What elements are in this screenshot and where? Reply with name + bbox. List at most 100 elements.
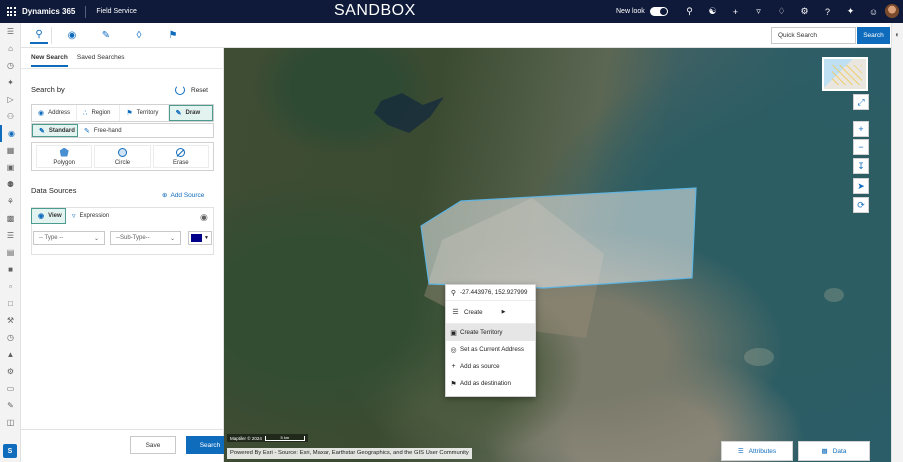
- reset-icon: [175, 85, 185, 95]
- erase-icon: [176, 147, 186, 157]
- shape-circle-button[interactable]: Circle: [94, 145, 151, 168]
- add-source-label: Add Source: [170, 191, 205, 199]
- people-group-icon[interactable]: ⚘: [0, 193, 21, 210]
- quick-search-input[interactable]: [771, 27, 856, 44]
- plus-icon[interactable]: +: [724, 7, 747, 17]
- panel-footer-divider: [21, 429, 224, 430]
- minimap[interactable]: [822, 57, 868, 91]
- context-create-territory[interactable]: ▣ Create Territory: [446, 324, 535, 341]
- play-icon[interactable]: ▷: [0, 91, 21, 108]
- color-picker[interactable]: ▼: [188, 231, 212, 245]
- stack-icon[interactable]: ▫: [0, 278, 21, 295]
- zoom-in-icon[interactable]: +: [853, 121, 869, 137]
- drawn-polygon[interactable]: [420, 187, 697, 289]
- save-button[interactable]: Save: [130, 436, 176, 454]
- option-label: Address: [48, 110, 71, 116]
- menu-item-label: Add as source: [460, 363, 500, 370]
- refresh-icon[interactable]: ⟳: [853, 197, 869, 213]
- layers-tool-icon[interactable]: ◊: [130, 27, 148, 44]
- app-name[interactable]: Field Service: [86, 8, 136, 15]
- attributes-label: Attributes: [748, 447, 777, 455]
- subtype-select[interactable]: --Sub-Type-- ⌄: [110, 231, 181, 245]
- search-by-draw[interactable]: ✎ Draw: [168, 105, 214, 121]
- new-look-toggle[interactable]: New look: [616, 7, 668, 16]
- hamburger-icon[interactable]: ☰: [0, 23, 21, 40]
- context-add-destination[interactable]: ⚑ Add as destination: [446, 375, 535, 392]
- tool-icon[interactable]: ✎: [0, 397, 21, 414]
- inbox-icon[interactable]: ▭: [0, 380, 21, 397]
- app-title[interactable]: Dynamics 365: [22, 5, 87, 18]
- reset-button[interactable]: Reset: [175, 85, 208, 95]
- locate-icon[interactable]: ➤: [853, 178, 869, 194]
- pin-icon: ⚲: [450, 289, 457, 297]
- visibility-eye-icon[interactable]: ◉: [200, 212, 208, 223]
- tab-new-search[interactable]: New Search: [31, 54, 68, 67]
- add-source-button[interactable]: ⊕ Add Source: [162, 191, 205, 200]
- route-tool-icon[interactable]: ◉: [63, 27, 81, 44]
- gear-icon[interactable]: ⚙: [793, 6, 816, 17]
- mode-view[interactable]: ◉ View: [31, 208, 66, 224]
- calendar-icon[interactable]: ▣: [0, 159, 21, 176]
- map-canvas[interactable]: ⤢ + − ↧ ➤ ⟳ ⚲ -27.443976, 152.927999 ☰ C…: [224, 48, 891, 462]
- copilot-icon[interactable]: ✦: [839, 6, 862, 17]
- time-icon[interactable]: ◷: [0, 329, 21, 346]
- filter-icon: ▿: [72, 213, 76, 220]
- mode-expression[interactable]: ▿ Expression: [66, 208, 115, 224]
- list-icon[interactable]: ☰: [0, 227, 21, 244]
- tab-saved-searches[interactable]: Saved Searches: [77, 54, 125, 67]
- wrench-icon[interactable]: ⚒: [0, 312, 21, 329]
- bell-icon[interactable]: ♢: [770, 6, 793, 17]
- type-select[interactable]: -- Type -- ⌄: [33, 231, 105, 245]
- pencil-icon: ✎: [39, 127, 45, 135]
- search-by-territory[interactable]: ⚑ Territory: [120, 105, 169, 121]
- context-create-submenu[interactable]: ☰ Create ▶: [446, 301, 535, 323]
- book-icon[interactable]: ▦: [0, 142, 21, 159]
- copilot-panel-icon[interactable]: ◐: [892, 30, 903, 39]
- draw-mode-selector: ✎ Standard ✎ Free-hand: [31, 123, 214, 138]
- menu-item-label: Add as destination: [460, 380, 511, 387]
- search-by-address[interactable]: ◉ Address: [32, 105, 77, 121]
- expand-icon[interactable]: ⤢: [853, 94, 869, 110]
- quick-search-button[interactable]: Search: [857, 27, 890, 44]
- right-rail: ◐: [891, 23, 903, 462]
- toggle-switch[interactable]: [649, 7, 668, 16]
- draw-mode-freehand[interactable]: ✎ Free-hand: [78, 124, 213, 137]
- menu-item-label: Create Territory: [460, 329, 503, 336]
- filter-icon[interactable]: ▿: [747, 6, 770, 17]
- lightbulb-icon[interactable]: ☯: [701, 6, 724, 17]
- cube-icon[interactable]: ▲: [0, 346, 21, 363]
- document-icon[interactable]: □: [0, 295, 21, 312]
- database-icon[interactable]: ◫: [0, 414, 21, 431]
- eye-icon[interactable]: ◉: [0, 125, 21, 142]
- attributes-button[interactable]: ☰ Attributes: [721, 441, 793, 461]
- app-launcher-button[interactable]: [0, 0, 22, 23]
- zoom-out-icon[interactable]: −: [853, 139, 869, 155]
- clipboard-icon[interactable]: ▤: [0, 244, 21, 261]
- area-switcher[interactable]: S: [3, 444, 17, 458]
- download-icon[interactable]: ↧: [853, 158, 869, 174]
- coordinates-text: -27.443976, 152.927999: [460, 289, 528, 296]
- shape-erase-button[interactable]: Erase: [152, 145, 209, 168]
- flag-tool-icon[interactable]: ⚑: [164, 27, 182, 44]
- shape-polygon-button[interactable]: Polygon: [36, 145, 93, 168]
- data-button[interactable]: ▩ Data: [798, 441, 870, 461]
- caret-down-icon: ▼: [204, 235, 209, 241]
- settings-icon[interactable]: ⚙: [0, 363, 21, 380]
- search-by-region[interactable]: ∴ Region: [77, 105, 121, 121]
- person-add-icon[interactable]: ⚉: [0, 176, 21, 193]
- clock-icon[interactable]: ◷: [0, 57, 21, 74]
- avatar[interactable]: [885, 4, 899, 18]
- draw-mode-standard[interactable]: ✎ Standard: [32, 124, 78, 137]
- measure-tool-icon[interactable]: ✎: [97, 27, 115, 44]
- smiley-icon[interactable]: ☺: [862, 7, 885, 17]
- context-set-current-address[interactable]: ◎ Set as Current Address: [446, 341, 535, 358]
- pin-icon[interactable]: ✦: [0, 74, 21, 91]
- people-icon[interactable]: ⚇: [0, 108, 21, 125]
- context-add-source[interactable]: + Add as source: [446, 358, 535, 375]
- help-icon[interactable]: ?: [816, 7, 839, 17]
- box-icon[interactable]: ■: [0, 261, 21, 278]
- search-icon[interactable]: ⚲: [678, 6, 701, 17]
- home-icon[interactable]: ⌂: [0, 40, 21, 57]
- id-card-icon[interactable]: ▩: [0, 210, 21, 227]
- search-tool-icon[interactable]: ⚲: [30, 27, 48, 44]
